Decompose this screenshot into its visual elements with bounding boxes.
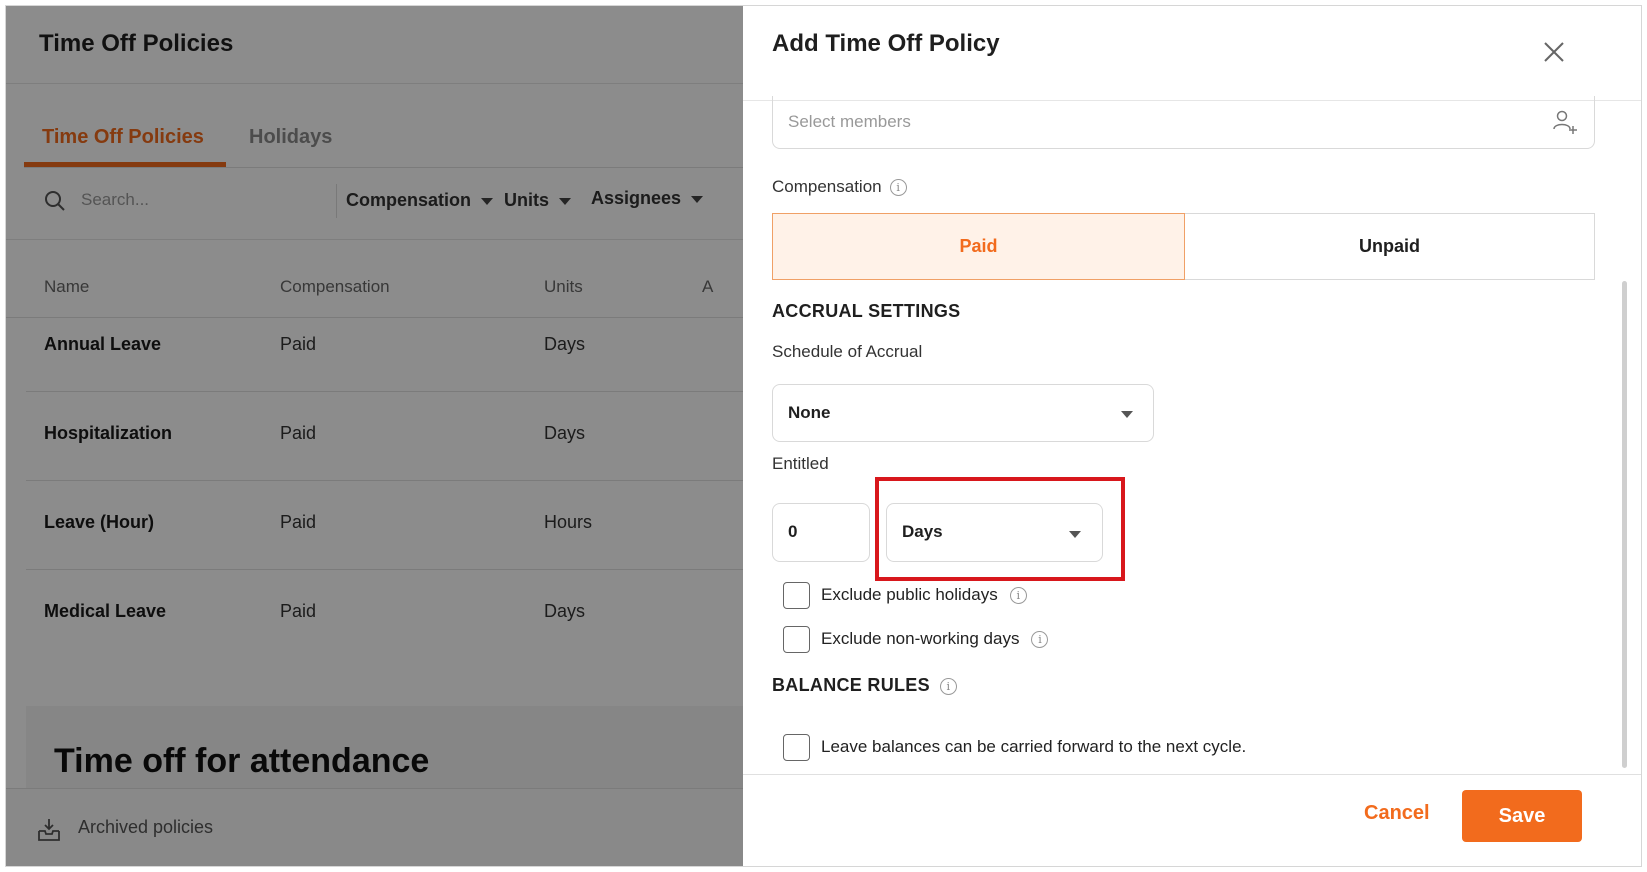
info-icon[interactable]: i <box>1031 631 1049 649</box>
highlight-box <box>875 477 1125 581</box>
entitled-label: Entitled <box>772 454 829 473</box>
compensation-paid-option[interactable]: Paid <box>772 213 1185 280</box>
close-icon[interactable] <box>1540 38 1568 66</box>
compensation-unpaid-option[interactable]: Unpaid <box>1185 213 1595 280</box>
policies-page: Time Off Policies Time Off Policies Holi… <box>6 6 743 866</box>
add-policy-panel: Add Time Off Policy Select members Compe… <box>743 6 1641 866</box>
panel-footer: Cancel Save <box>743 774 1641 866</box>
app-frame: Time Off Policies Time Off Policies Holi… <box>5 5 1642 867</box>
members-select[interactable]: Select members <box>772 96 1595 149</box>
info-icon[interactable]: i <box>1009 587 1027 605</box>
schedule-value: None <box>788 403 831 422</box>
compensation-label: Compensation i <box>772 177 907 197</box>
add-user-icon[interactable] <box>1551 108 1579 136</box>
exclude-holidays-label: Exclude public holidays i <box>821 585 1027 605</box>
modal-overlay[interactable] <box>6 6 743 866</box>
members-placeholder: Select members <box>788 112 911 131</box>
scrollbar[interactable] <box>1622 281 1627 768</box>
schedule-select[interactable]: None <box>772 384 1154 442</box>
exclude-holidays-checkbox[interactable] <box>783 582 810 609</box>
caret-down-icon <box>1121 411 1133 418</box>
cancel-button[interactable]: Cancel <box>1364 802 1430 825</box>
exclude-nonworking-checkbox[interactable] <box>783 626 810 653</box>
info-icon[interactable]: i <box>889 179 907 197</box>
balance-rules-heading: BALANCE RULES i <box>772 675 957 696</box>
entitled-amount-input[interactable]: 0 <box>772 503 870 562</box>
info-icon[interactable]: i <box>939 677 957 695</box>
carry-forward-label: Leave balances can be carried forward to… <box>821 737 1247 756</box>
carry-forward-checkbox[interactable] <box>783 734 810 761</box>
accrual-settings-heading: ACCRUAL SETTINGS <box>772 301 961 321</box>
exclude-nonworking-label: Exclude non-working days i <box>821 629 1049 649</box>
panel-title: Add Time Off Policy <box>772 30 1000 57</box>
schedule-label: Schedule of Accrual <box>772 342 923 361</box>
save-button[interactable]: Save <box>1462 790 1582 842</box>
